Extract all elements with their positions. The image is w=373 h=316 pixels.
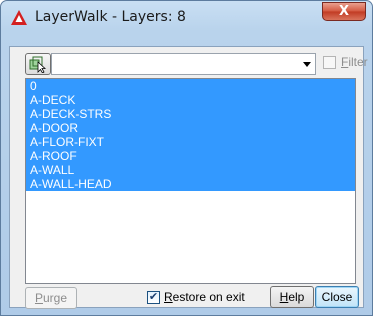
purge-button[interactable]: Purge: [25, 287, 77, 309]
layerwalk-dialog: LayerWalk - Layers: 8 X Filter 0 A-DECK A-…: [0, 0, 373, 316]
select-objects-button[interactable]: [25, 53, 51, 75]
layer-list-item[interactable]: A-FLOR-FIXT: [26, 135, 355, 149]
restore-on-exit-label[interactable]: Restore on exit: [164, 290, 245, 304]
layer-list-item[interactable]: A-WALL-HEAD: [26, 177, 355, 191]
close-button[interactable]: Close: [315, 286, 359, 308]
select-objects-icon: [29, 56, 47, 73]
autocad-logo-icon: [11, 10, 27, 25]
window-title: LayerWalk - Layers: 8: [35, 9, 186, 25]
layer-list-item[interactable]: A-DECK-STRS: [26, 107, 355, 121]
chevron-down-icon[interactable]: [303, 62, 311, 67]
window-close-button[interactable]: X: [322, 2, 366, 21]
title-bar[interactable]: LayerWalk - Layers: 8 X: [1, 1, 372, 31]
dialog-body: Filter 0 A-DECK A-DECK-STRS A-DOOR A-FLOR-FI…: [9, 46, 368, 309]
help-button[interactable]: Help: [270, 286, 314, 308]
layer-list-item[interactable]: A-DECK: [26, 93, 355, 107]
layer-list-item[interactable]: A-WALL: [26, 163, 355, 177]
layer-list-item[interactable]: 0: [26, 79, 355, 93]
restore-on-exit-checkbox[interactable]: ✔: [147, 291, 160, 304]
layer-list-item[interactable]: A-DOOR: [26, 121, 355, 135]
layer-filter-combo[interactable]: [51, 53, 316, 75]
filter-label: Filter: [341, 55, 368, 69]
layer-list-item[interactable]: A-ROOF: [26, 149, 355, 163]
layer-list[interactable]: 0 A-DECK A-DECK-STRS A-DOOR A-FLOR-FIXT A-ROO…: [25, 78, 356, 284]
filter-checkbox[interactable]: [323, 56, 336, 69]
